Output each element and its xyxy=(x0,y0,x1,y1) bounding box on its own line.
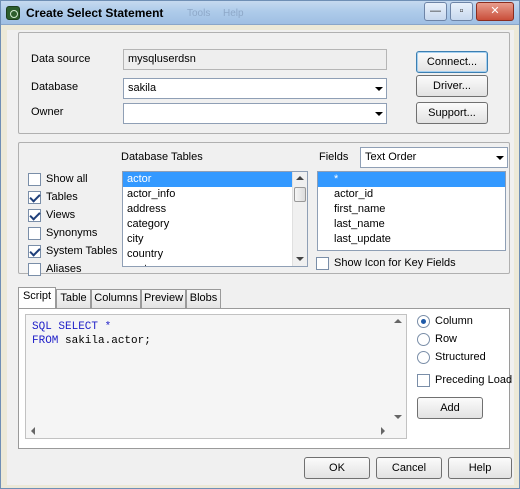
show-all-box xyxy=(28,173,41,186)
connect-button[interactable]: Connect... xyxy=(416,51,488,73)
owner-label: Owner xyxy=(31,106,64,118)
list-item[interactable]: actor_id xyxy=(318,187,505,202)
fields-list[interactable]: * actor_id first_name last_name last_upd… xyxy=(317,171,506,251)
tab-strip: Script Table Columns Preview Blobs xyxy=(18,287,268,309)
chevron-down-icon xyxy=(375,87,383,91)
script-tab-page: SQL SELECT * FROM sakila.actor; Column R… xyxy=(18,308,513,449)
system-tables-box xyxy=(28,245,41,258)
script-text: SQL SELECT * FROM sakila.actor; xyxy=(32,320,151,348)
show-icon-key-fields-box xyxy=(316,257,329,270)
list-item[interactable]: last_update xyxy=(318,232,505,247)
preceding-load-box xyxy=(417,374,430,387)
list-item[interactable]: actor xyxy=(123,172,307,187)
views-label: Views xyxy=(46,209,76,221)
list-item[interactable]: last_name xyxy=(318,217,505,232)
editor-horizontal-scrollbar[interactable] xyxy=(26,424,390,438)
list-item[interactable]: first_name xyxy=(318,202,505,217)
database-tables-list[interactable]: actor actor_info address category city c… xyxy=(122,171,308,267)
column-radio-dot xyxy=(417,315,430,328)
scroll-up-icon[interactable] xyxy=(390,315,406,329)
title-bar[interactable]: Create Select Statement Tools Help — ▫ ✕ xyxy=(1,1,519,25)
close-button[interactable]: ✕ xyxy=(476,2,514,21)
help-button[interactable]: Help xyxy=(448,457,512,479)
structured-radio-dot xyxy=(417,351,430,364)
scroll-left-icon[interactable] xyxy=(26,424,40,438)
system-tables-label: System Tables xyxy=(46,245,118,257)
support-button[interactable]: Support... xyxy=(416,102,488,124)
field-order-dropdown[interactable]: Text Order xyxy=(360,147,508,168)
tab-table[interactable]: Table xyxy=(56,289,91,308)
list-item[interactable]: * xyxy=(318,172,505,187)
column-radio-label: Column xyxy=(435,315,473,327)
window-title: Create Select Statement xyxy=(26,6,164,20)
script-from-keyword: FROM xyxy=(32,335,59,347)
add-button[interactable]: Add xyxy=(417,397,483,419)
tab-preview[interactable]: Preview xyxy=(141,289,186,308)
show-icon-key-fields-label: Show Icon for Key Fields xyxy=(334,257,456,269)
script-line-1: SQL SELECT * xyxy=(32,321,112,333)
list-item[interactable]: customer xyxy=(123,262,307,266)
scroll-down-icon[interactable] xyxy=(293,252,307,266)
dialog-window: Create Select Statement Tools Help — ▫ ✕… xyxy=(0,0,520,489)
dialog-body: Data source mysqluserdsn Connect... Data… xyxy=(7,30,514,485)
scroll-right-icon[interactable] xyxy=(376,424,390,438)
show-all-label: Show all xyxy=(46,173,88,185)
list-item[interactable]: city xyxy=(123,232,307,247)
tables-label: Tables xyxy=(46,191,78,203)
editor-vertical-scrollbar[interactable] xyxy=(390,315,406,424)
data-source-field: mysqluserdsn xyxy=(123,49,387,70)
list-item[interactable]: address xyxy=(123,202,307,217)
aliases-box xyxy=(28,263,41,276)
script-from-target: sakila.actor; xyxy=(58,335,151,347)
driver-button[interactable]: Driver... xyxy=(416,75,488,97)
synonyms-label: Synonyms xyxy=(46,227,98,239)
aliases-label: Aliases xyxy=(46,263,82,275)
maximize-button[interactable]: ▫ xyxy=(450,2,473,21)
structured-radio-label: Structured xyxy=(435,351,486,363)
owner-dropdown[interactable] xyxy=(123,103,387,124)
cancel-button[interactable]: Cancel xyxy=(376,457,442,479)
database-label: Database xyxy=(31,81,79,93)
minimize-button[interactable]: — xyxy=(424,2,447,21)
views-box xyxy=(28,209,41,222)
field-order-value: Text Order xyxy=(365,151,417,163)
ok-button[interactable]: OK xyxy=(304,457,370,479)
scroll-down-icon[interactable] xyxy=(390,410,406,424)
tables-group: Show all Tables Views Synonyms System Ta… xyxy=(18,142,510,276)
list-item[interactable]: country xyxy=(123,247,307,262)
chevron-down-icon xyxy=(496,156,504,160)
connection-group: Data source mysqluserdsn Connect... Data… xyxy=(18,32,510,134)
scroll-thumb[interactable] xyxy=(294,187,306,202)
list-item[interactable]: actor_info xyxy=(123,187,307,202)
tables-scrollbar[interactable] xyxy=(292,172,307,266)
background-menu-tools: Tools xyxy=(187,8,211,19)
tab-columns[interactable]: Columns xyxy=(91,289,141,308)
fields-label: Fields xyxy=(319,151,349,163)
row-radio-label: Row xyxy=(435,333,458,345)
data-source-label: Data source xyxy=(31,53,91,65)
app-icon xyxy=(6,6,20,20)
synonyms-box xyxy=(28,227,41,240)
scroll-up-icon[interactable] xyxy=(293,172,307,186)
database-value: sakila xyxy=(128,82,157,94)
script-editor[interactable]: SQL SELECT * FROM sakila.actor; xyxy=(25,314,407,439)
list-item[interactable]: category xyxy=(123,217,307,232)
database-dropdown[interactable]: sakila xyxy=(123,78,387,99)
database-tables-heading: Database Tables xyxy=(121,151,203,163)
tables-box xyxy=(28,191,41,204)
tab-script[interactable]: Script xyxy=(18,287,56,308)
background-menu-help: Help xyxy=(223,8,244,19)
chevron-down-icon xyxy=(375,112,383,116)
preceding-load-label: Preceding Load xyxy=(435,374,513,386)
tab-blobs[interactable]: Blobs xyxy=(186,289,221,308)
row-radio-dot xyxy=(417,333,430,346)
